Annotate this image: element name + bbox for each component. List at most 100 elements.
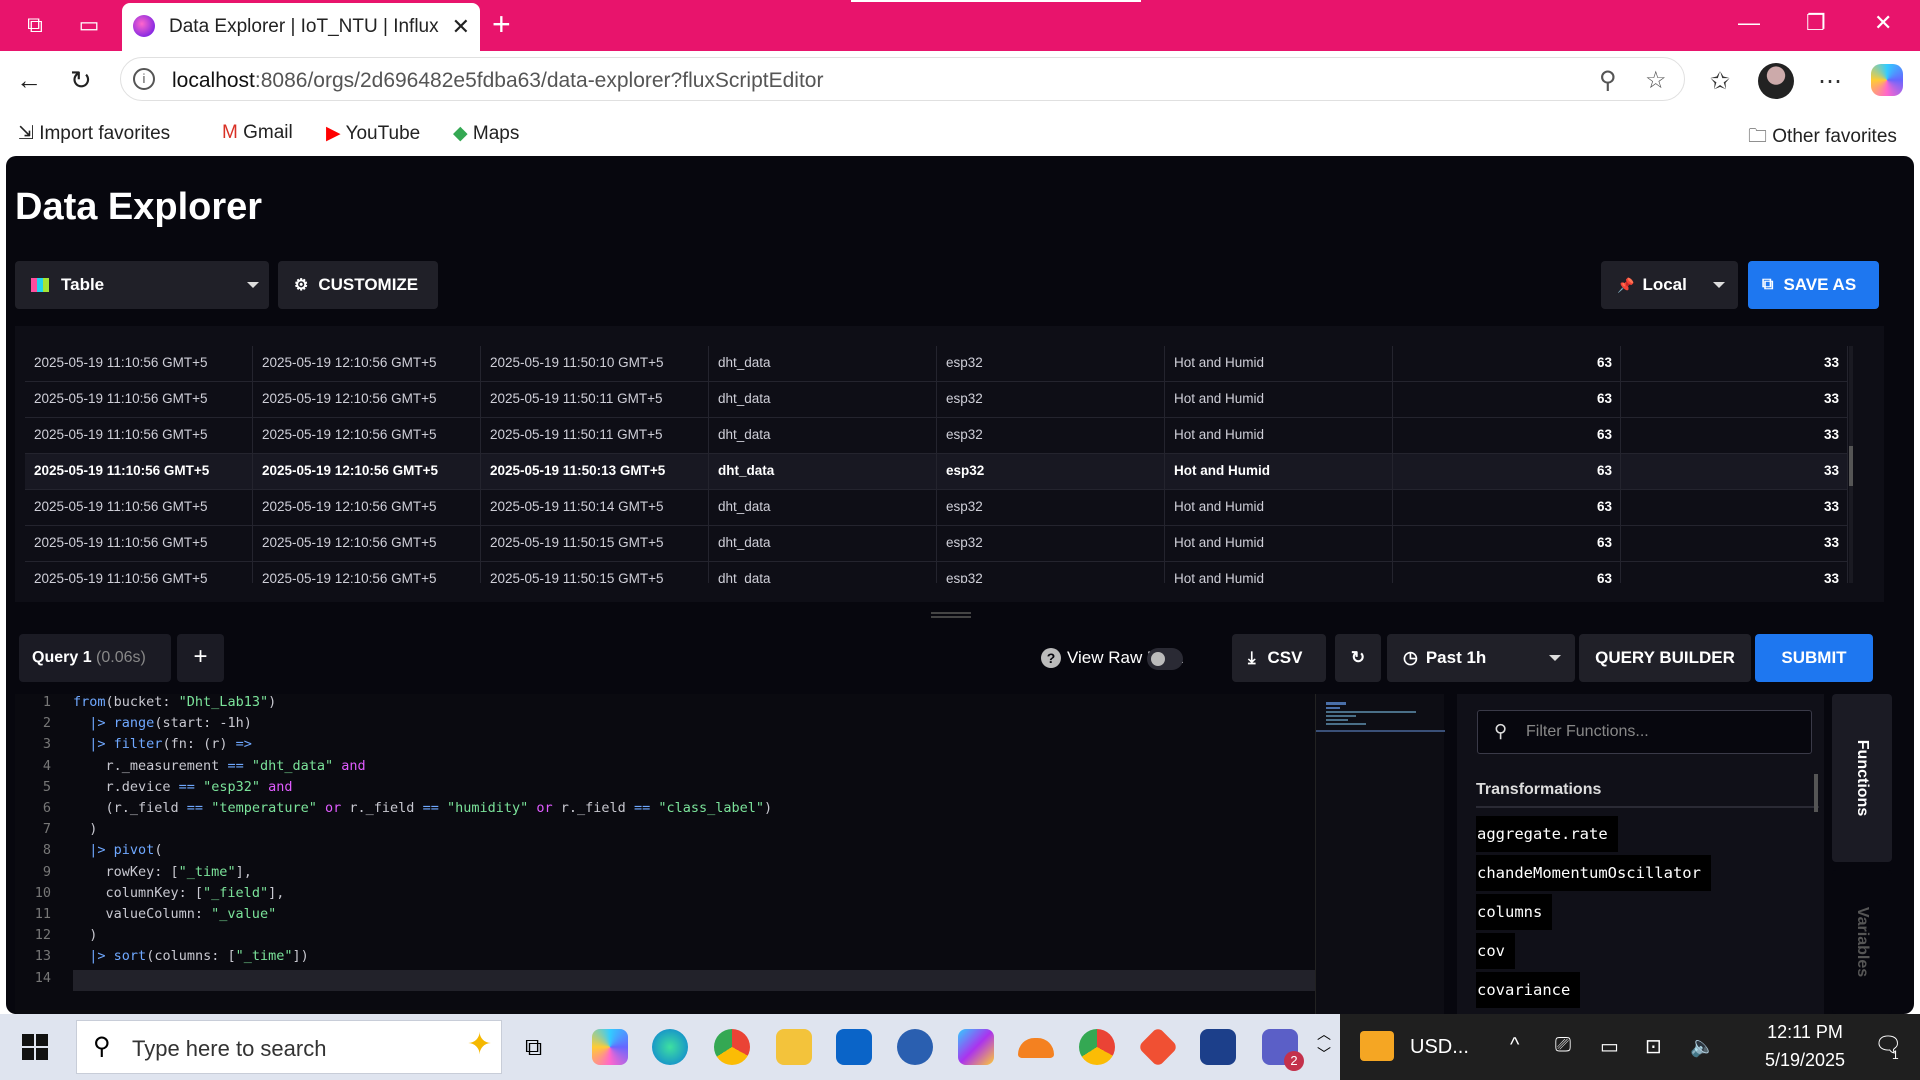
refresh-button[interactable]: ↻ (1335, 634, 1381, 682)
code-line[interactable]: 9 rowKey: ["_time"], (15, 864, 1315, 885)
import-favorites-link[interactable]: ⇲ Import favorites (18, 122, 170, 145)
chrome-profile-icon[interactable] (1079, 1029, 1115, 1065)
code-line[interactable]: 1 from(bucket: "Dht_Lab13") (15, 694, 1315, 715)
query-builder-button[interactable]: QUERY BUILDER (1579, 634, 1751, 682)
save-as-button[interactable]: ⧉ SAVE AS (1748, 261, 1879, 309)
meet-icon[interactable]: ⎚ (1555, 1034, 1571, 1057)
clock-date[interactable]: 5/19/2025 (1750, 1050, 1860, 1071)
results-table[interactable]: 2025-05-19 11:10:56 GMT+5 2025-05-19 12:1… (25, 346, 1848, 583)
maps-link[interactable]: ◆ Maps (453, 122, 519, 145)
taskbar-scroll-icon[interactable]: ︿ ﹀ (1317, 1024, 1331, 1064)
workspaces-icon[interactable]: ⧉ (20, 10, 50, 40)
new-tab-icon[interactable]: + (492, 6, 511, 43)
code-line[interactable]: 12 ) (15, 927, 1315, 948)
add-query-button[interactable]: + (177, 634, 224, 682)
chevron-up-icon[interactable]: ^ (1510, 1034, 1519, 1057)
windows-start-icon[interactable] (22, 1034, 48, 1060)
code-line[interactable]: 6 (r._field == "temperature" or r._field… (15, 800, 1315, 821)
copilot-app-icon[interactable] (592, 1029, 628, 1065)
function-item[interactable]: chandeMomentumOscillator (1476, 855, 1711, 891)
table-row[interactable]: 2025-05-19 11:10:56 GMT+5 2025-05-19 12:1… (25, 382, 1848, 418)
search-icon: ⚲ (93, 1033, 111, 1060)
favorite-star-icon[interactable]: ☆ (1645, 66, 1667, 95)
gmail-link[interactable]: M Gmail (222, 122, 293, 144)
table-row[interactable]: 2025-05-19 11:10:56 GMT+5 2025-05-19 12:1… (25, 562, 1848, 583)
table-row[interactable]: 2025-05-19 11:10:56 GMT+5 2025-05-19 12:1… (25, 418, 1848, 454)
submit-button[interactable]: SUBMIT (1755, 634, 1873, 682)
customize-button[interactable]: ⚙ CUSTOMIZE (278, 261, 438, 309)
outlook-icon[interactable] (836, 1029, 872, 1065)
edge-app-icon[interactable] (652, 1029, 688, 1065)
table-row[interactable]: 2025-05-19 11:10:56 GMT+5 2025-05-19 12:1… (25, 490, 1848, 526)
task-view-icon[interactable]: ⧉ (525, 1034, 542, 1062)
close-window-icon[interactable]: ✕ (1874, 10, 1892, 36)
viz-type-dropdown[interactable]: Table (15, 261, 269, 309)
function-item[interactable]: aggregate.rate (1476, 816, 1618, 852)
browser-tab-active[interactable]: Data Explorer | IoT_NTU | InfluxDB ✕ (122, 3, 480, 51)
code-line[interactable]: 13 |> sort(columns: ["_time"]) (15, 948, 1315, 969)
restore-icon[interactable]: ❐ (1806, 10, 1826, 36)
url-field[interactable]: i localhost:8086/orgs/2d696482e5fdba63/d… (120, 57, 1685, 101)
time-range-dropdown[interactable]: ◷ Past 1h (1387, 634, 1575, 682)
function-item[interactable]: covariance (1476, 972, 1581, 1008)
copilot-icon[interactable] (1871, 64, 1903, 96)
m365-icon[interactable] (958, 1029, 994, 1065)
code-line[interactable]: 5 r.device == "esp32" and (15, 779, 1315, 800)
help-icon[interactable]: ? (1041, 648, 1061, 668)
table-row[interactable]: 2025-05-19 11:10:56 GMT+5 2025-05-19 12:1… (25, 454, 1848, 490)
table-row[interactable]: 2025-05-19 11:10:56 GMT+5 2025-05-19 12:1… (25, 526, 1848, 562)
file-explorer-icon[interactable] (776, 1029, 812, 1065)
tab-actions-icon[interactable]: ▭ (74, 10, 104, 40)
refresh-icon[interactable]: ↻ (70, 65, 92, 96)
editor-minimap[interactable] (1315, 694, 1445, 1014)
query-tab[interactable]: Query 1 (0.06s) (19, 634, 171, 682)
view-raw-data-toggle[interactable] (1147, 648, 1183, 670)
tab-functions[interactable]: Functions (1832, 694, 1892, 862)
other-favorites-link[interactable]: 🗀 Other favorites (1748, 122, 1897, 154)
git-icon[interactable] (1137, 1026, 1179, 1068)
table-scrollbar-thumb[interactable] (1849, 446, 1853, 486)
powershell-icon[interactable] (1200, 1029, 1236, 1065)
code-line[interactable]: 7 ) (15, 821, 1315, 842)
back-icon[interactable]: ← (16, 65, 42, 96)
close-tab-icon[interactable]: ✕ (452, 14, 470, 40)
profile-avatar[interactable] (1758, 63, 1794, 99)
battery-icon[interactable]: ▭ (1600, 1034, 1619, 1059)
code-line[interactable]: 4 r._measurement == "dht_data" and (15, 758, 1315, 779)
minimize-icon[interactable]: — (1738, 10, 1760, 36)
weather-icon[interactable] (1360, 1031, 1394, 1061)
chrome-app-icon[interactable] (714, 1029, 750, 1065)
functions-panel: ⚲ Filter Functions... Transformations ag… (1457, 694, 1824, 1014)
more-icon[interactable]: ⋯ (1818, 67, 1842, 96)
code-line[interactable]: 3 |> filter(fn: (r) => (15, 736, 1315, 757)
app-icon[interactable] (897, 1029, 933, 1065)
network-icon[interactable]: ⊡ (1645, 1034, 1662, 1059)
line-number: 2 (42, 715, 51, 732)
weather-text[interactable]: USD... (1410, 1036, 1469, 1059)
resize-handle[interactable] (931, 612, 971, 618)
functions-scrollbar[interactable] (1814, 774, 1818, 812)
site-info-icon[interactable]: i (133, 68, 155, 90)
code-line[interactable]: 11 valueColumn: "_value" (15, 906, 1315, 927)
youtube-link[interactable]: ▶ YouTube (326, 122, 420, 145)
table-row[interactable]: 2025-05-19 11:10:56 GMT+5 2025-05-19 12:1… (25, 346, 1848, 382)
clock-time[interactable]: 12:11 PM (1750, 1022, 1860, 1043)
flux-script-editor[interactable]: 1 from(bucket: "Dht_Lab13") 2 |> range(sta… (15, 694, 1315, 1014)
teams-icon[interactable]: 2 (1262, 1029, 1304, 1071)
csv-button[interactable]: ⤓ CSV (1232, 634, 1326, 682)
code-line[interactable]: 14 (15, 969, 1315, 991)
favorites-icon[interactable]: ✩ (1710, 67, 1730, 96)
code-line[interactable]: 2 |> range(start: -1h) (15, 715, 1315, 736)
function-item[interactable]: columns (1476, 894, 1553, 930)
tab-variables[interactable]: Variables (1832, 870, 1892, 1014)
code-text: ) (73, 821, 98, 838)
filter-functions-input[interactable]: ⚲ Filter Functions... (1477, 710, 1812, 754)
cloudflare-icon[interactable] (1018, 1038, 1054, 1058)
zoom-icon[interactable]: ⚲ (1599, 66, 1617, 95)
timezone-dropdown[interactable]: 📌 Local (1601, 261, 1738, 309)
taskbar-search[interactable]: ⚲ Type here to search ✦ (76, 1020, 502, 1074)
function-item[interactable]: cov (1476, 933, 1515, 969)
code-line[interactable]: 8 |> pivot( (15, 842, 1315, 863)
code-line[interactable]: 10 columnKey: ["_field"], (15, 885, 1315, 906)
volume-icon[interactable]: 🔈 (1690, 1034, 1715, 1059)
